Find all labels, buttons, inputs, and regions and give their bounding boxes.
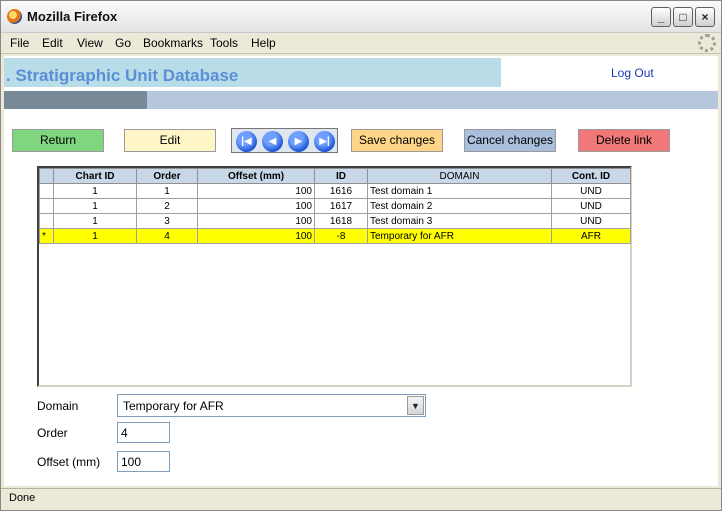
close-button[interactable]: × (695, 7, 715, 27)
cell-chart-id[interactable]: 1 (53, 183, 137, 199)
cell-chart-id[interactable]: 1 (53, 213, 137, 229)
firefox-icon (7, 9, 22, 24)
data-grid: Chart ID Order Offset (mm) ID DOMAIN Con… (37, 166, 632, 387)
last-record-icon[interactable]: ▶| (314, 131, 335, 152)
cell-domain[interactable]: Test domain 1 (367, 183, 552, 199)
row-selector[interactable] (39, 183, 54, 199)
cell-order[interactable]: 1 (136, 183, 198, 199)
cell-id[interactable]: 1617 (314, 198, 368, 214)
previous-record-icon[interactable]: ◀ (262, 131, 283, 152)
cell-cont-id[interactable]: UND (551, 213, 631, 229)
row-selector[interactable]: * (39, 228, 54, 244)
progress-bar (4, 91, 718, 109)
menu-file[interactable]: File (10, 36, 29, 50)
column-header-id[interactable]: ID (314, 168, 368, 184)
cell-order[interactable]: 3 (136, 213, 198, 229)
cell-offset[interactable]: 100 (197, 198, 315, 214)
domain-select[interactable]: Temporary for AFR ▼ (117, 394, 426, 417)
minimize-button[interactable]: _ (651, 7, 671, 27)
order-input[interactable] (117, 422, 170, 443)
title-bar: Mozilla Firefox _ □ × (1, 1, 721, 33)
cell-order[interactable]: 2 (136, 198, 198, 214)
cell-id[interactable]: 1616 (314, 183, 368, 199)
cell-offset[interactable]: 100 (197, 213, 315, 229)
page-title: . Stratigraphic Unit Database (6, 66, 239, 85)
progress-fill (4, 91, 147, 109)
column-header-order[interactable]: Order (136, 168, 198, 184)
table-row[interactable]: * 1 4 100 -8 Temporary for AFR AFR (39, 228, 631, 244)
cell-cont-id[interactable]: AFR (551, 228, 631, 244)
first-record-icon[interactable]: |◀ (236, 131, 257, 152)
page-content: . Stratigraphic Unit Database Log Out Re… (4, 56, 718, 486)
menu-tools[interactable]: Tools (210, 36, 238, 50)
row-selector[interactable] (39, 198, 54, 214)
grid-header-row: Chart ID Order Offset (mm) ID DOMAIN Con… (39, 168, 631, 184)
logout-link[interactable]: Log Out (611, 66, 654, 80)
domain-label: Domain (37, 399, 79, 413)
grid-table: Chart ID Order Offset (mm) ID DOMAIN Con… (39, 168, 631, 244)
column-header-domain[interactable]: DOMAIN (367, 168, 552, 184)
delete-link-button[interactable]: Delete link (578, 129, 670, 152)
status-text: Done (9, 492, 36, 504)
cell-domain[interactable]: Test domain 3 (367, 213, 552, 229)
menu-help[interactable]: Help (251, 36, 276, 50)
table-row[interactable]: 1 3 100 1618 Test domain 3 UND (39, 213, 631, 229)
offset-input[interactable] (117, 451, 170, 472)
column-header-selector (39, 168, 54, 184)
cell-cont-id[interactable]: UND (551, 198, 631, 214)
edit-button[interactable]: Edit (124, 129, 216, 152)
throbber-icon (698, 34, 716, 52)
return-button[interactable]: Return (12, 129, 104, 152)
column-header-cont-id[interactable]: Cont. ID (551, 168, 631, 184)
cell-offset[interactable]: 100 (197, 183, 315, 199)
menu-bar: File Edit View Go Bookmarks Tools Help (1, 33, 721, 54)
cell-id[interactable]: -8 (314, 228, 368, 244)
menu-go[interactable]: Go (115, 36, 131, 50)
cell-domain[interactable]: Temporary for AFR (367, 228, 552, 244)
record-navigator: |◀ ◀ ▶ ▶| (231, 128, 338, 153)
browser-window: Mozilla Firefox _ □ × File Edit View Go … (0, 0, 722, 511)
next-record-icon[interactable]: ▶ (288, 131, 309, 152)
window-title: Mozilla Firefox (27, 9, 118, 24)
maximize-button[interactable]: □ (673, 7, 693, 27)
cell-order[interactable]: 4 (136, 228, 198, 244)
column-header-offset[interactable]: Offset (mm) (197, 168, 315, 184)
cell-chart-id[interactable]: 1 (53, 198, 137, 214)
cell-cont-id[interactable]: UND (551, 183, 631, 199)
offset-label: Offset (mm) (37, 455, 101, 469)
table-row[interactable]: 1 2 100 1617 Test domain 2 UND (39, 198, 631, 214)
status-bar: Done (1, 488, 721, 510)
row-selector[interactable] (39, 213, 54, 229)
menu-view[interactable]: View (77, 36, 103, 50)
menu-edit[interactable]: Edit (42, 36, 63, 50)
menu-bookmarks[interactable]: Bookmarks (143, 36, 203, 50)
domain-select-value: Temporary for AFR (123, 399, 224, 413)
chevron-down-icon[interactable]: ▼ (407, 396, 424, 415)
save-changes-button[interactable]: Save changes (351, 129, 443, 152)
cell-offset[interactable]: 100 (197, 228, 315, 244)
cell-id[interactable]: 1618 (314, 213, 368, 229)
cell-chart-id[interactable]: 1 (53, 228, 137, 244)
order-label: Order (37, 426, 68, 440)
header-band: . Stratigraphic Unit Database (4, 58, 501, 87)
column-header-chart-id[interactable]: Chart ID (53, 168, 137, 184)
cell-domain[interactable]: Test domain 2 (367, 198, 552, 214)
table-row[interactable]: 1 1 100 1616 Test domain 1 UND (39, 183, 631, 199)
cancel-changes-button[interactable]: Cancel changes (464, 129, 556, 152)
